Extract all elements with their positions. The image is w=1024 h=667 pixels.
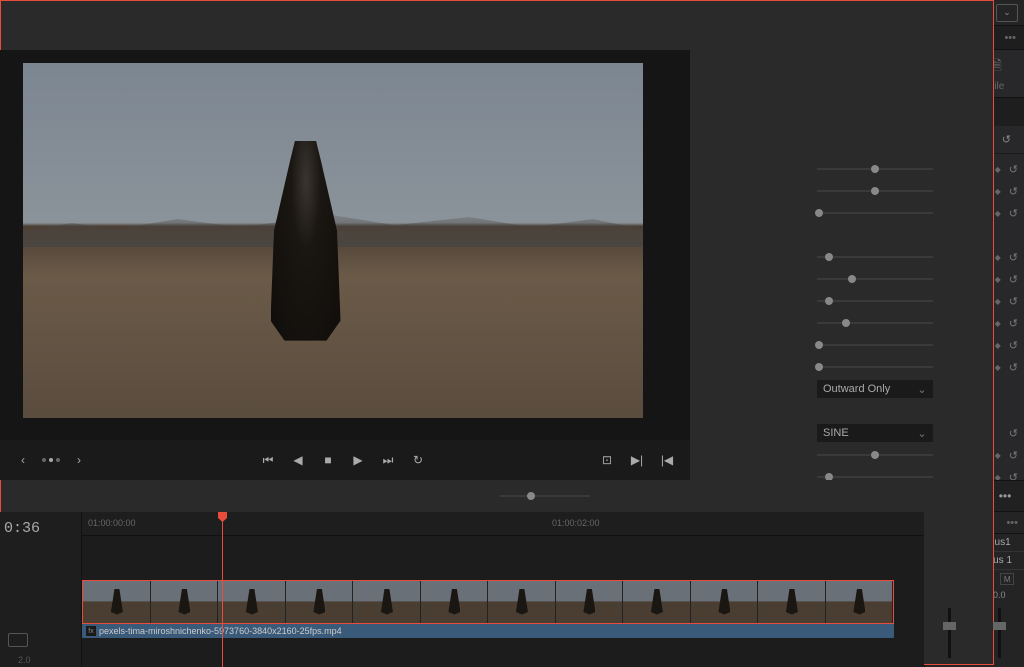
inspector-menu[interactable]: ••• [996,26,1024,49]
reset-icon[interactable]: ↺ [1009,339,1018,352]
mute-button[interactable]: M [1000,573,1014,585]
zoom-amp-slider[interactable] [817,344,933,346]
video-preview [23,63,643,418]
keyframe-icon[interactable]: ◆ [993,165,1003,174]
keyframe-icon[interactable]: ◆ [993,275,1003,284]
settings-icon[interactable]: ••• [994,485,1016,507]
ruler-tick: 01:00:00:00 [88,518,136,528]
viewer-dots[interactable] [42,458,60,462]
effect-reset-icon[interactable]: ↺ [993,133,1014,146]
keyframe-icon[interactable]: ◆ [993,451,1003,460]
keyframe-icon[interactable]: ◆ [993,341,1003,350]
timeline-tracks[interactable]: 01:00:00:00 01:00:02:00 fx pexels-tima-m… [82,512,924,667]
motion-method-dropdown[interactable]: SINE [817,424,933,442]
reset-icon[interactable]: ↺ [1009,361,1018,374]
match-frame-icon[interactable]: ⊡ [596,449,618,471]
play-reverse-button[interactable]: ◀ [287,449,309,471]
prev-arrow-icon[interactable]: ‹ [12,449,34,471]
keyframe-icon[interactable]: ◆ [993,253,1003,262]
sub-bar: 14 Timeline 1 ⌄ 01:00:00:36 ◉ pexels-tim… [0,26,1024,50]
next-clip-button[interactable]: ▶| [626,449,648,471]
rot-amp-slider[interactable] [817,300,933,302]
timeline-left-panel: 0:36 2.0 [0,512,82,667]
playhead[interactable] [222,512,223,667]
mixer-menu-icon[interactable]: ••• [1006,517,1018,529]
reset-icon[interactable]: ↺ [1009,185,1018,198]
zoom-speed-slider[interactable] [817,366,933,368]
play-button[interactable]: ▶ [347,449,369,471]
motion-scale-slider[interactable] [817,168,933,170]
prev-clip-button[interactable]: |◀ [656,449,678,471]
video-track: fx pexels-tima-miroshnichenko-5973760-38… [82,580,924,640]
reset-icon[interactable]: ↺ [1009,317,1018,330]
reset-icon[interactable]: ↺ [1009,471,1018,481]
ruler-tick: 01:00:02:00 [552,518,600,528]
last-frame-button[interactable]: ⏭ [377,449,399,471]
timeline-ruler[interactable]: 01:00:00:00 01:00:02:00 [82,512,924,536]
keyframe-icon[interactable]: ◆ [993,297,1003,306]
reset-icon[interactable]: ↺ [1009,449,1018,462]
timeline-timecode: 0:36 [0,512,81,545]
track-number: 2.0 [18,655,31,665]
reset-icon[interactable]: ↺ [1009,163,1018,176]
reset-icon[interactable]: ↺ [1009,273,1018,286]
zoom-slider[interactable] [500,495,590,497]
timeline-clip[interactable] [82,580,894,624]
clip-label-bar[interactable]: fx pexels-tima-miroshnichenko-5973760-38… [82,624,894,638]
keyframe-icon[interactable]: ◆ [993,209,1003,218]
viewer-panel: ‹ › ⏮ ◀ ■ ▶ ⏭ ↻ ⊡ ▶| |◀ [0,50,690,480]
motion-blur-slider[interactable] [817,212,933,214]
timeline-area: 0:36 2.0 01:00:00:00 01:00:02:00 fx pexe… [0,512,1024,667]
reset-icon[interactable]: ↺ [1009,251,1018,264]
first-frame-button[interactable]: ⏮ [257,449,279,471]
randomness-slider[interactable] [817,476,933,478]
viewer-frame[interactable] [0,50,690,440]
zoom-type-dropdown[interactable]: Outward Only [817,380,933,398]
speed-scale-slider[interactable] [817,190,933,192]
keyframe-icon[interactable]: ◆ [993,319,1003,328]
transport-controls: ‹ › ⏮ ◀ ■ ▶ ⏭ ↻ ⊡ ▶| |◀ [0,440,690,480]
keyframe-icon[interactable]: ◆ [993,473,1003,481]
fx-badge: fx [86,626,96,636]
keyframe-icon[interactable]: ◆ [993,187,1003,196]
reset-icon[interactable]: ↺ [1009,207,1018,220]
next-arrow-icon[interactable]: › [68,449,90,471]
stop-button[interactable]: ■ [317,449,339,471]
track-button[interactable] [8,633,28,647]
expand-button[interactable]: ⌄ [996,4,1018,22]
pan-amp-slider[interactable] [817,256,933,258]
reset-icon[interactable]: ↺ [1009,295,1018,308]
phase-slider[interactable] [817,454,933,456]
clip-label: pexels-tima-miroshnichenko-5973760-3840x… [99,626,342,636]
keyframe-icon[interactable]: ◆ [993,363,1003,372]
ptr-speed-slider[interactable] [817,322,933,324]
loop-button[interactable]: ↻ [407,449,429,471]
reset-icon[interactable]: ↺ [1009,427,1018,440]
tilt-amp-slider[interactable] [817,278,933,280]
